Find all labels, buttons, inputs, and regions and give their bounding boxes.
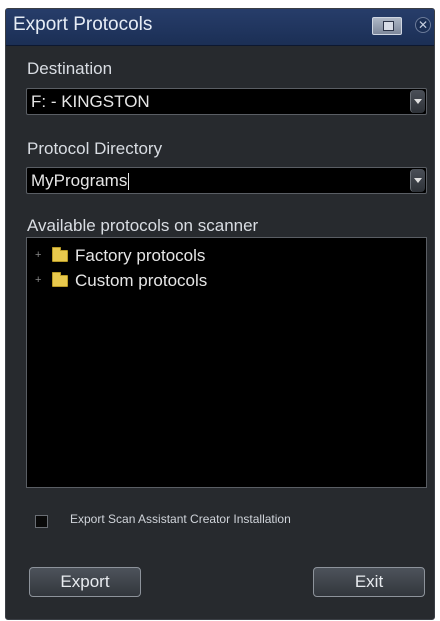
folder-icon xyxy=(52,272,68,287)
chevron-down-icon[interactable] xyxy=(410,90,425,113)
protocol-directory-label: Protocol Directory xyxy=(27,139,163,158)
expand-icon[interactable]: + xyxy=(35,274,41,286)
close-icon: ✕ xyxy=(417,18,429,32)
protocol-directory-value: MyPrograms xyxy=(31,171,128,190)
text-cursor xyxy=(128,173,130,191)
export-installation-label: Export Scan Assistant Creator Installati… xyxy=(70,512,291,526)
export-protocols-dialog: Export Protocols ✕ Destination F: - KING… xyxy=(5,8,435,620)
protocols-tree[interactable]: + Factory protocols + Custom protocols xyxy=(26,237,427,488)
tree-item-label: Custom protocols xyxy=(75,271,208,290)
export-installation-checkbox[interactable] xyxy=(35,515,48,528)
exit-button[interactable]: Exit xyxy=(313,567,425,597)
tree-item-label: Factory protocols xyxy=(75,246,206,265)
expand-icon[interactable]: + xyxy=(35,249,41,261)
window-title: Export Protocols xyxy=(13,14,153,35)
restore-icon xyxy=(383,21,394,31)
destination-select[interactable]: F: - KINGSTON xyxy=(26,88,427,115)
protocol-directory-combo[interactable]: MyPrograms xyxy=(26,167,427,194)
close-button[interactable]: ✕ xyxy=(415,17,431,33)
chevron-down-icon[interactable] xyxy=(410,169,425,192)
title-bar[interactable]: Export Protocols ✕ xyxy=(6,9,434,46)
export-button[interactable]: Export xyxy=(29,567,141,597)
folder-icon xyxy=(52,247,68,262)
destination-value: F: - KINGSTON xyxy=(31,92,150,111)
destination-label: Destination xyxy=(27,59,113,78)
available-protocols-label: Available protocols on scanner xyxy=(27,216,259,235)
protocol-directory-input[interactable]: MyPrograms xyxy=(31,171,130,191)
restore-button[interactable] xyxy=(372,17,402,35)
